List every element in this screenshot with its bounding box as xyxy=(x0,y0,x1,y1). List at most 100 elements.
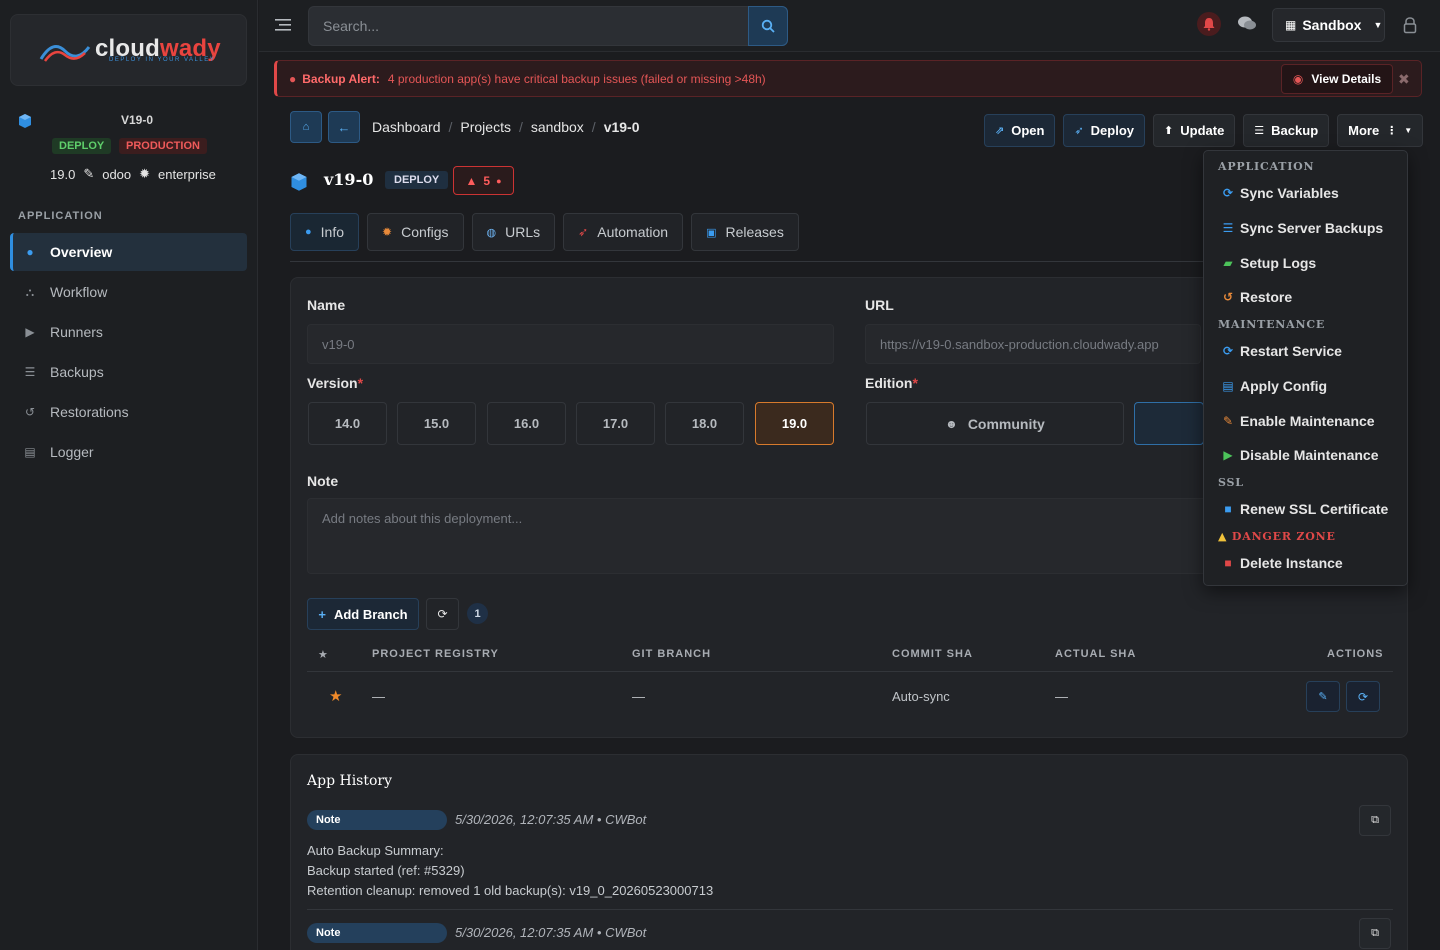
view-details-button[interactable]: ◉ View Details xyxy=(1281,64,1393,94)
caret-down-icon: ▼ xyxy=(1373,20,1383,30)
sync-branch-button[interactable]: ⟳ xyxy=(1346,681,1380,712)
breadcrumb-current: v19-0 xyxy=(603,119,640,135)
version-option-16[interactable]: 16.0 xyxy=(487,402,566,445)
breadcrumb-dashboard[interactable]: Dashboard xyxy=(372,119,441,135)
logo[interactable]: cloudwady DEPLOY IN YOUR VALLEY xyxy=(10,14,247,86)
tab-releases[interactable]: ▣ Releases xyxy=(691,213,799,251)
edition-text: enterprise xyxy=(158,166,216,182)
back-button[interactable]: ← xyxy=(328,111,360,143)
menu-renew-ssl[interactable]: ■ Renew SSL Certificate xyxy=(1222,501,1388,517)
url-field: https://v19-0.sandbox-production.cloudwa… xyxy=(865,324,1201,364)
archive-icon: ▣ xyxy=(706,226,717,239)
history-note-badge: Note xyxy=(307,810,447,830)
sidebar-item-overview[interactable]: ● Overview xyxy=(10,233,247,271)
menu-section-application: APPLICATION xyxy=(1218,160,1315,173)
menu-apply-config[interactable]: ▤ Apply Config xyxy=(1222,378,1327,394)
tab-urls[interactable]: ◍ URLs xyxy=(471,213,556,251)
sidebar-item-logger[interactable]: ▤ Logger xyxy=(10,433,247,471)
pencil-icon: ✎ xyxy=(1318,691,1328,703)
version-option-19[interactable]: 19.0 xyxy=(755,402,834,445)
edition-option-community[interactable]: ☻ Community xyxy=(866,402,1124,445)
sync-icon: ⟳ xyxy=(1222,344,1234,358)
menu-sync-variables[interactable]: ⟳ Sync Variables xyxy=(1222,185,1339,201)
file-icon: ▤ xyxy=(1222,379,1234,393)
menu-restore[interactable]: ↺ Restore xyxy=(1222,289,1292,305)
gear-icon: ✹ xyxy=(139,166,151,181)
star-icon[interactable]: ★ xyxy=(329,687,342,705)
page-title: v19-0 xyxy=(324,170,374,189)
history-title: App History xyxy=(307,773,393,789)
tab-automation[interactable]: ➶ Automation xyxy=(563,213,684,251)
version-option-15[interactable]: 15.0 xyxy=(397,402,476,445)
header-actions: ⇗ Open ➶ Deploy ⬆ Update ☰ Backup More ⋮ ▼ xyxy=(984,114,1424,147)
menu-setup-logs[interactable]: ▰ Setup Logs xyxy=(1222,255,1316,271)
refresh-icon: ⟳ xyxy=(1357,689,1369,704)
edition-label: Edition* xyxy=(865,375,918,391)
history-meta: 5/30/2026, 12:07:35 AM • CWBot xyxy=(455,925,647,940)
close-icon[interactable]: ✖ xyxy=(1398,71,1410,88)
database-icon: ☰ xyxy=(1254,125,1265,137)
copy-button[interactable]: ⧉ xyxy=(1359,918,1391,949)
odoo-text: odoo xyxy=(102,166,132,182)
environment-selector[interactable]: ▦ Sandbox ▼ xyxy=(1272,8,1385,42)
menu-restart-service[interactable]: ⟳ Restart Service xyxy=(1222,343,1342,359)
version-option-18[interactable]: 18.0 xyxy=(665,402,744,445)
menu-delete-instance[interactable]: ■ Delete Instance xyxy=(1222,555,1342,571)
open-button[interactable]: ⇗ Open xyxy=(984,114,1056,147)
search-button[interactable] xyxy=(748,6,788,46)
arrow-circle-up-icon: ⬆ xyxy=(1164,125,1174,137)
add-branch-button[interactable]: + Add Branch xyxy=(307,598,419,630)
breadcrumb-projects[interactable]: Projects xyxy=(460,119,511,135)
history-meta: 5/30/2026, 12:07:35 AM • CWBot xyxy=(455,812,647,827)
sidebar: cloudwady DEPLOY IN YOUR VALLEY V19-0 DE… xyxy=(0,0,258,950)
alert-title: Backup Alert: xyxy=(302,71,380,86)
tab-info[interactable]: ● Info xyxy=(290,213,360,251)
brand-tagline: DEPLOY IN YOUR VALLEY xyxy=(109,57,216,63)
search-icon xyxy=(761,19,775,33)
cell-registry: — xyxy=(372,689,385,704)
edit-branch-button[interactable]: ✎ xyxy=(1306,681,1340,712)
branch-count-badge: 1 xyxy=(467,603,488,624)
logo-swoosh-icon xyxy=(39,45,91,62)
refresh-icon: ⟳ xyxy=(437,607,448,621)
user-icon[interactable] xyxy=(1403,17,1417,34)
notification-bell-icon[interactable] xyxy=(1197,12,1221,36)
home-button[interactable]: ⌂ xyxy=(290,111,322,143)
backup-button[interactable]: ☰ Backup xyxy=(1243,114,1330,147)
refresh-branches-button[interactable]: ⟳ xyxy=(426,598,459,630)
version-option-17[interactable]: 17.0 xyxy=(576,402,655,445)
version-option-14[interactable]: 14.0 xyxy=(308,402,387,445)
copy-button[interactable]: ⧉ xyxy=(1359,805,1391,836)
warning-icon: ▲ xyxy=(465,173,478,188)
deploy-button[interactable]: ➶ Deploy xyxy=(1063,114,1146,147)
warnings-badge[interactable]: ▲ 5 ● xyxy=(453,166,514,195)
cube-icon xyxy=(19,114,31,128)
search-input[interactable] xyxy=(309,7,749,45)
history-line: Auto Backup Summary: xyxy=(307,843,444,858)
history-note-badge: Note xyxy=(307,923,447,943)
tab-configs[interactable]: ✹ Configs xyxy=(367,213,464,251)
menu-section-maintenance: MAINTENANCE xyxy=(1218,318,1326,331)
menu-toggle-icon[interactable] xyxy=(275,18,291,32)
sidebar-item-backups[interactable]: ☰ Backups xyxy=(10,353,247,391)
menu-disable-maintenance[interactable]: ▶ Disable Maintenance xyxy=(1222,447,1378,463)
wrench-icon: ✎ xyxy=(1222,414,1234,428)
rocket-icon: ➶ xyxy=(578,225,589,239)
home-icon: ⌂ xyxy=(302,121,310,133)
sidebar-item-restorations[interactable]: ↺ Restorations xyxy=(10,393,247,431)
name-label: Name xyxy=(307,297,346,313)
menu-enable-maintenance[interactable]: ✎ Enable Maintenance xyxy=(1222,413,1375,429)
sidebar-item-runners[interactable]: ▶ Runners xyxy=(10,313,247,351)
cube-icon xyxy=(291,173,307,191)
sidebar-item-workflow[interactable]: ⛬ Workflow xyxy=(10,273,247,311)
ellipsis-vertical-icon: ⋮ xyxy=(1386,125,1398,137)
update-button[interactable]: ⬆ Update xyxy=(1153,114,1236,147)
play-circle-icon: ▶ xyxy=(25,325,35,339)
more-button[interactable]: More ⋮ ▼ xyxy=(1337,114,1424,147)
menu-sync-server-backups[interactable]: ☰ Sync Server Backups xyxy=(1222,220,1384,236)
app-meta: 19.0 ✎ odoo ✹ enterprise xyxy=(50,166,216,182)
edition-option-enterprise[interactable] xyxy=(1134,402,1204,445)
chat-icon[interactable] xyxy=(1237,15,1257,33)
breadcrumb-sandbox[interactable]: sandbox xyxy=(531,119,584,135)
globe-icon: ◍ xyxy=(486,226,497,239)
